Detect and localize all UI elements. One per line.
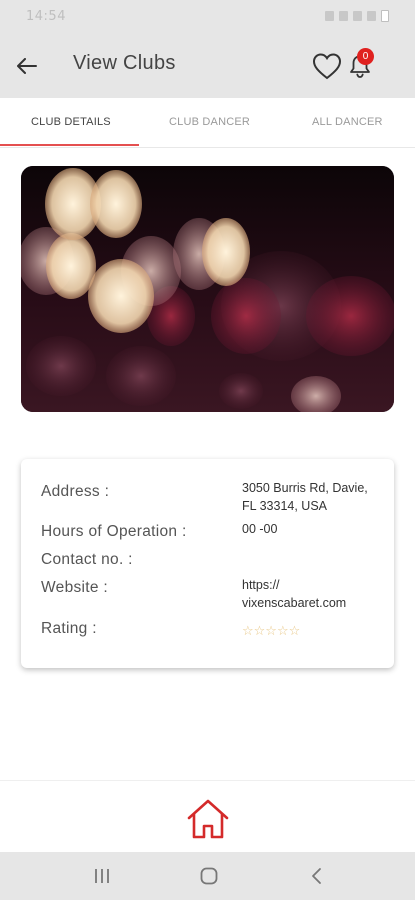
recent-apps-icon [95,869,109,883]
system-back-button[interactable] [307,866,327,886]
back-button[interactable] [14,53,40,79]
back-arrow-icon [17,58,37,74]
tab-bar: CLUB DETAILS CLUB DANCER ALL DANCER [0,98,415,148]
status-icon [339,11,348,21]
tab-club-dancer[interactable]: CLUB DANCER [169,116,250,128]
tab-indicator [0,144,139,146]
status-time: 14:54 [26,9,66,24]
tab-all-dancer[interactable]: ALL DANCER [312,116,383,128]
club-image [21,166,394,412]
address-value: 3050 Burris Rd, Davie, FL 33314, USA [242,481,368,513]
battery-icon [381,10,389,22]
address-label: Address : [41,483,110,500]
heart-icon [312,53,342,80]
bokeh-photo [21,166,394,412]
system-home-button[interactable] [199,866,219,886]
club-details-card: Address : 3050 Burris Rd, Davie, FL 3331… [21,459,394,668]
status-icon [325,11,334,21]
tab-club-details[interactable]: CLUB DETAILS [31,116,111,128]
status-icon [353,11,362,21]
hours-label: Hours of Operation : [41,523,187,540]
home-button[interactable] [186,797,230,841]
back-chevron-icon [312,868,321,884]
status-icons [325,10,389,22]
bottom-nav [0,780,415,852]
hours-value: 00 -00 [242,522,278,536]
rating-label: Rating : [41,620,97,637]
status-bar: 14:54 [0,0,415,34]
notification-badge: 0 [357,48,374,65]
rating-stars: ☆☆☆☆☆ [242,625,300,639]
website-label: Website : [41,579,109,596]
contact-label: Contact no. : [41,551,133,568]
system-nav-bar [0,852,415,900]
website-link[interactable]: https:// vixenscabaret.com [242,576,382,612]
app-bar: View Clubs 0 [0,34,415,98]
home-icon [187,799,229,839]
home-circle-icon [200,867,218,885]
page-title: View Clubs [73,52,176,74]
rating-stars-text: ☆☆☆☆☆ [242,624,301,639]
recent-apps-button[interactable] [92,866,112,886]
favorite-button[interactable] [312,52,342,80]
status-icon [367,11,376,21]
